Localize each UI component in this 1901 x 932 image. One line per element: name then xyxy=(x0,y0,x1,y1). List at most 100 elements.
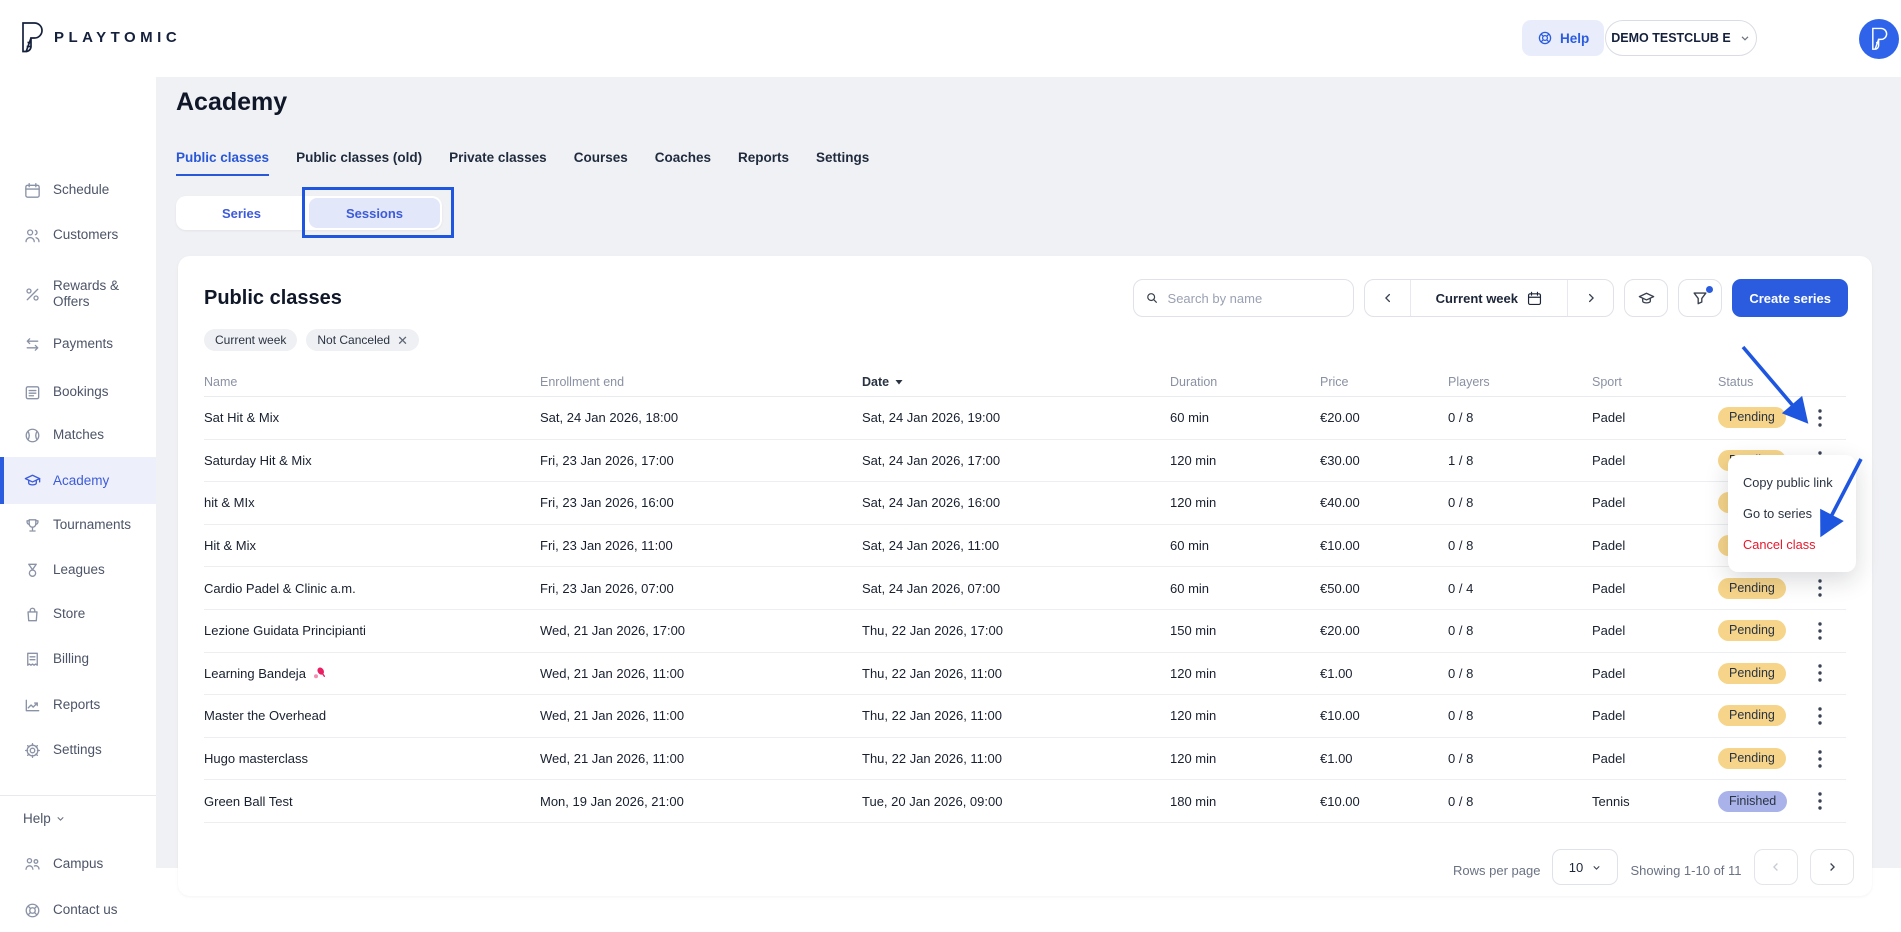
kebab-icon xyxy=(1818,707,1822,725)
kebab-icon xyxy=(1818,409,1822,427)
table-row[interactable]: Master the Overhead Wed, 21 Jan 2026, 11… xyxy=(204,695,1846,738)
previous-page-button[interactable] xyxy=(1754,849,1798,885)
tab-public-classes-old[interactable]: Public classes (old) xyxy=(296,150,422,176)
status-badge: Pending xyxy=(1718,407,1786,428)
class-date: Sat, 24 Jan 2026, 17:00 xyxy=(862,453,1170,468)
next-week-button[interactable] xyxy=(1567,280,1613,316)
help-button[interactable]: Help xyxy=(1522,20,1604,56)
help-button-label: Help xyxy=(1560,31,1589,46)
sidebar-item-schedule[interactable]: Schedule xyxy=(0,168,156,212)
toggle-series[interactable]: Series xyxy=(176,196,307,230)
week-selector-label[interactable]: Current week xyxy=(1411,280,1567,316)
club-selector[interactable]: DEMO TESTCLUB E xyxy=(1605,20,1757,56)
duration: 120 min xyxy=(1170,495,1320,510)
enrollment-end: Mon, 19 Jan 2026, 21:00 xyxy=(540,794,862,809)
class-name: Sat Hit & Mix xyxy=(204,410,279,425)
table-row[interactable]: Cardio Padel & Clinic a.m. Fri, 23 Jan 2… xyxy=(204,567,1846,610)
sidebar-item-matches[interactable]: Matches xyxy=(0,413,156,457)
sidebar-item-tournaments[interactable]: Tournaments xyxy=(0,503,156,547)
enrollment-end: Sat, 24 Jan 2026, 18:00 xyxy=(540,410,862,425)
sport: Padel xyxy=(1592,495,1718,510)
table-row[interactable]: Sat Hit & Mix Sat, 24 Jan 2026, 18:00 Sa… xyxy=(204,397,1846,440)
price: €20.00 xyxy=(1320,623,1448,638)
table-row[interactable]: hit & MIx Fri, 23 Jan 2026, 16:00 Sat, 2… xyxy=(204,482,1846,525)
tab-coaches[interactable]: Coaches xyxy=(655,150,711,176)
panel-header: Public classes Current week Create serie… xyxy=(178,256,1872,317)
price: €10.00 xyxy=(1320,538,1448,553)
tab-reports[interactable]: Reports xyxy=(738,150,789,176)
column-header-label: Date xyxy=(862,375,889,389)
rows-per-page-select[interactable]: 10 xyxy=(1552,849,1618,885)
filter-chips: Current week Not Canceled ✕ xyxy=(178,317,1872,351)
sport: Padel xyxy=(1592,453,1718,468)
panel-title: Public classes xyxy=(204,287,342,310)
account-avatar[interactable] xyxy=(1859,19,1899,59)
table-row[interactable]: Green Ball Test Mon, 19 Jan 2026, 21:00 … xyxy=(204,780,1846,823)
row-actions-kebab-button[interactable] xyxy=(1806,745,1834,773)
table-row[interactable]: Hit & Mix Fri, 23 Jan 2026, 11:00 Sat, 2… xyxy=(204,525,1846,568)
row-context-menu: Copy public link Go to series Cancel cla… xyxy=(1728,455,1856,572)
sidebar-item-label: Leagues xyxy=(53,562,145,578)
row-actions-kebab-button[interactable] xyxy=(1806,617,1834,645)
sidebar-item-rewards-offers[interactable]: Rewards & Offers xyxy=(0,265,156,323)
sidebar-item-store[interactable]: Store xyxy=(0,592,156,636)
sidebar-item-reports[interactable]: Reports xyxy=(0,683,156,727)
toggle-sessions[interactable]: Sessions xyxy=(309,198,440,228)
class-name: Learning Bandeja xyxy=(204,666,306,681)
table-row[interactable]: Saturday Hit & Mix Fri, 23 Jan 2026, 17:… xyxy=(204,440,1846,483)
tab-settings[interactable]: Settings xyxy=(816,150,869,176)
row-actions-kebab-button[interactable] xyxy=(1806,574,1834,602)
club-selector-label: DEMO TESTCLUB E xyxy=(1611,31,1730,45)
row-actions-kebab-button[interactable] xyxy=(1806,787,1834,815)
column-header-date[interactable]: Date xyxy=(862,375,1170,389)
menu-item-copy-public-link[interactable]: Copy public link xyxy=(1728,467,1856,498)
status-badge: Pending xyxy=(1718,705,1786,726)
chip-current-week[interactable]: Current week xyxy=(204,329,297,351)
menu-item-cancel-class[interactable]: Cancel class xyxy=(1728,529,1856,560)
table-row[interactable]: Learning Bandeja Wed, 21 Jan 2026, 11:00… xyxy=(204,653,1846,696)
graduation-cap-icon xyxy=(23,471,42,490)
table-row[interactable]: Lezione Guidata Principianti Wed, 21 Jan… xyxy=(204,610,1846,653)
chip-not-canceled[interactable]: Not Canceled ✕ xyxy=(306,329,419,351)
create-series-button[interactable]: Create series xyxy=(1732,279,1848,317)
sidebar-item-academy[interactable]: Academy xyxy=(0,457,156,504)
row-actions-kebab-button[interactable] xyxy=(1806,659,1834,687)
class-date: Sat, 24 Jan 2026, 19:00 xyxy=(862,410,1170,425)
menu-item-go-to-series[interactable]: Go to series xyxy=(1728,498,1856,529)
sidebar-item-settings[interactable]: Settings xyxy=(0,728,156,772)
search-input[interactable] xyxy=(1168,291,1343,306)
sidebar-item-contact-us[interactable]: Contact us xyxy=(0,888,156,932)
close-icon[interactable]: ✕ xyxy=(397,334,408,347)
row-actions-kebab-button[interactable] xyxy=(1806,702,1834,730)
class-name: Hit & Mix xyxy=(204,538,256,553)
bag-icon xyxy=(23,605,42,624)
filter-button[interactable] xyxy=(1678,279,1722,317)
sidebar-item-bookings[interactable]: Bookings xyxy=(0,370,156,414)
tab-public-classes[interactable]: Public classes xyxy=(176,150,269,176)
sidebar-item-payments[interactable]: Payments xyxy=(0,322,156,366)
coach-view-button[interactable] xyxy=(1624,279,1668,317)
previous-week-button[interactable] xyxy=(1365,280,1411,316)
tab-private-classes[interactable]: Private classes xyxy=(449,150,547,176)
duration: 60 min xyxy=(1170,581,1320,596)
row-actions-kebab-button[interactable] xyxy=(1806,404,1834,432)
sidebar-item-customers[interactable]: Customers xyxy=(0,213,156,257)
players: 1 / 8 xyxy=(1448,453,1592,468)
sidebar-item-leagues[interactable]: Leagues xyxy=(0,548,156,592)
tab-courses[interactable]: Courses xyxy=(574,150,628,176)
chip-label: Not Canceled xyxy=(317,333,390,347)
price: €10.00 xyxy=(1320,794,1448,809)
sidebar-item-billing[interactable]: Billing xyxy=(0,637,156,681)
sidebar-item-label: Rewards & Offers xyxy=(53,278,145,310)
sidebar-help-group[interactable]: Help xyxy=(23,811,66,826)
sidebar-item-campus[interactable]: Campus xyxy=(0,842,156,886)
status-badge: Pending xyxy=(1718,663,1786,684)
next-page-button[interactable] xyxy=(1810,849,1854,885)
users-icon xyxy=(23,226,42,245)
sport: Padel xyxy=(1592,708,1718,723)
table-row[interactable]: Hugo masterclass Wed, 21 Jan 2026, 11:00… xyxy=(204,738,1846,781)
sidebar-item-label: Settings xyxy=(53,742,145,758)
duration: 150 min xyxy=(1170,623,1320,638)
academy-tabs: Public classes Public classes (old) Priv… xyxy=(176,150,869,176)
sport: Padel xyxy=(1592,623,1718,638)
